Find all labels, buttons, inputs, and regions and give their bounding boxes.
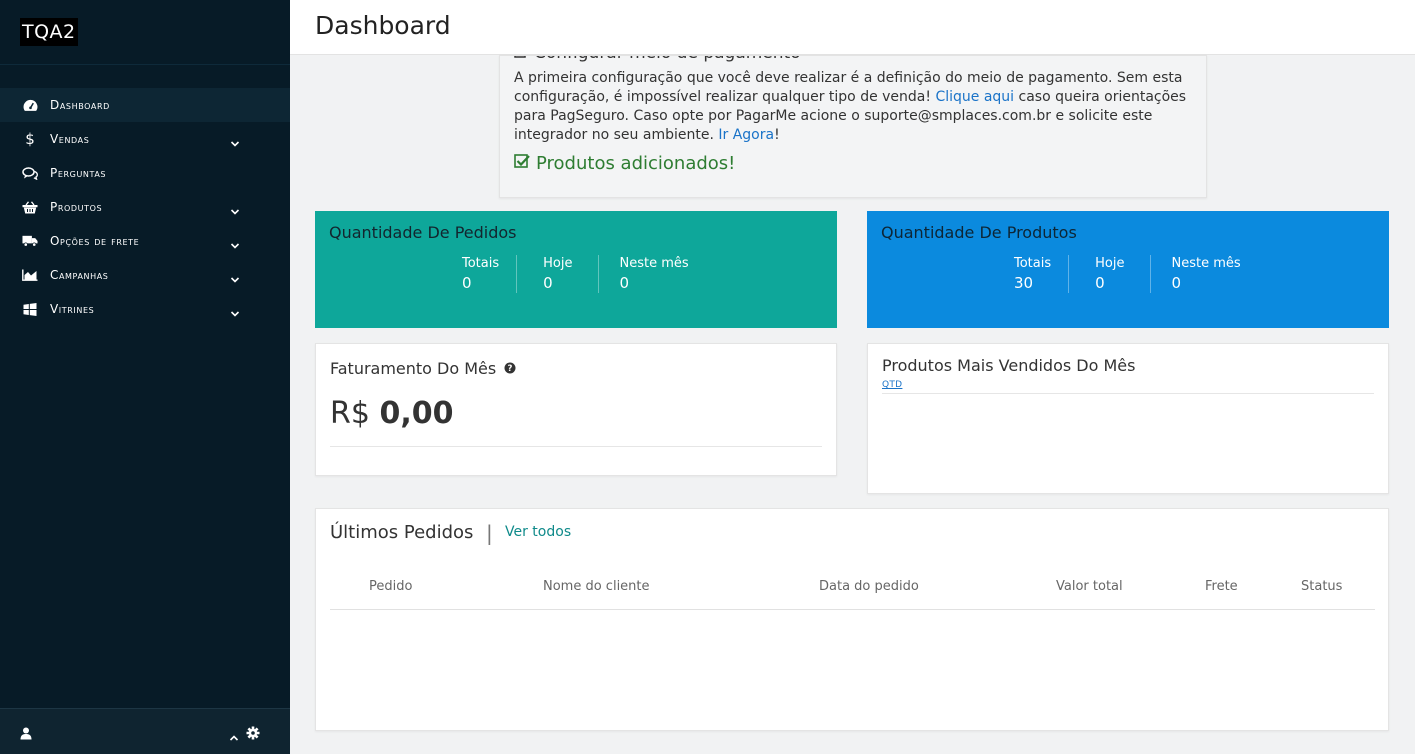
sidebar-item-label: Vitrines	[50, 302, 95, 316]
dollar-icon: $	[25, 130, 35, 148]
sidebar-item-campanhas[interactable]: Campanhas	[0, 258, 290, 292]
stat-label: Neste mês	[1171, 256, 1241, 271]
table-header-cliente[interactable]: Nome do cliente	[543, 579, 650, 594]
brand-logo[interactable]: TQA2	[20, 18, 78, 46]
chevron-down-icon[interactable]	[230, 269, 240, 288]
top-products-title: Produtos Mais Vendidos Do Mês	[882, 356, 1136, 375]
stat-value: 0	[1171, 274, 1182, 292]
notice-text: A primeira configuração que você deve re…	[514, 69, 1194, 145]
sidebar-item-dashboard[interactable]: Dashboard	[0, 88, 290, 122]
stat-column: Neste mês 0	[598, 255, 708, 293]
table-header-pedido[interactable]: Pedido	[369, 579, 412, 594]
qtd-column-header[interactable]: QTD	[882, 380, 902, 390]
sidebar-nav: Dashboard $ Vendas Perguntas Produtos Op…	[0, 88, 290, 326]
help-icon[interactable]: ?	[504, 359, 516, 378]
svg-text:?: ?	[508, 364, 513, 374]
products-added-text: Produtos adicionados!	[536, 153, 736, 174]
billing-amount: 0,00	[379, 396, 454, 431]
brand: TQA2	[0, 0, 290, 65]
square-icon	[514, 56, 526, 63]
chevron-up-icon[interactable]	[229, 727, 239, 746]
stat-label: Totais	[462, 256, 500, 271]
sidebar-item-produtos[interactable]: Produtos	[0, 190, 290, 224]
last-orders-title: Últimos Pedidos	[330, 522, 474, 543]
basket-icon	[22, 200, 38, 214]
sidebar-item-opcoes-de-frete[interactable]: Opções de frete	[0, 224, 290, 258]
stat-column: Neste mês 0	[1150, 255, 1260, 293]
stat-value: 0	[1095, 274, 1105, 292]
divider	[882, 393, 1374, 394]
notice-heading-text: Configurar meio de pagamento	[534, 56, 801, 63]
chevron-down-icon[interactable]	[230, 303, 240, 322]
orders-count-title: Quantidade De Pedidos	[329, 223, 517, 242]
currency-symbol: R$	[330, 396, 370, 431]
products-added-status: Produtos adicionados!	[514, 153, 735, 174]
check-square-icon	[514, 153, 530, 174]
see-all-link[interactable]: Ver todos	[505, 524, 571, 540]
products-count-card: Quantidade De Produtos Totais 30 Hoje 0 …	[867, 211, 1389, 328]
sidebar-item-label: Campanhas	[50, 268, 109, 282]
sidebar: TQA2 Dashboard $ Vendas Perguntas Produt…	[0, 0, 290, 754]
stat-column: Hoje 0	[1068, 255, 1150, 293]
orders-count-card: Quantidade De Pedidos Totais 0 Hoje 0 Ne…	[315, 211, 837, 328]
top-products-card: Produtos Mais Vendidos Do Mês QTD	[867, 343, 1389, 494]
dashboard-icon	[22, 99, 38, 112]
notice-heading: Configurar meio de pagamento	[514, 56, 801, 63]
payment-setup-notice: Configurar meio de pagamento A primeira …	[499, 55, 1207, 198]
truck-icon	[22, 235, 38, 247]
billing-value: R$ 0,00	[330, 396, 454, 431]
table-header-valor[interactable]: Valor total	[1056, 579, 1123, 594]
sidebar-item-perguntas[interactable]: Perguntas	[0, 156, 290, 190]
stat-column: Totais 0	[445, 255, 516, 293]
stat-label: Hoje	[1095, 256, 1125, 271]
stat-column: Totais 30	[997, 255, 1068, 293]
monthly-billing-card: Faturamento Do Mês ? R$ 0,00	[315, 343, 837, 476]
sidebar-item-vitrines[interactable]: Vitrines	[0, 292, 290, 326]
last-orders-card: Últimos Pedidos | Ver todos Pedido Nome …	[315, 508, 1389, 731]
stat-value: 0	[619, 274, 630, 292]
stat-label: Totais	[1014, 256, 1052, 271]
sidebar-item-label: Opções de frete	[50, 234, 140, 248]
table-header-status[interactable]: Status	[1301, 579, 1342, 594]
stat-label: Neste mês	[619, 256, 689, 271]
stat-value: 30	[1014, 274, 1034, 292]
ir-agora-link[interactable]: Ir Agora	[718, 127, 774, 143]
chevron-down-icon[interactable]	[230, 133, 240, 152]
clique-aqui-link[interactable]: Clique aqui	[935, 89, 1014, 105]
title-separator: |	[486, 521, 493, 545]
products-count-title: Quantidade De Produtos	[881, 223, 1077, 242]
stat-column: Hoje 0	[516, 255, 598, 293]
sidebar-item-vendas[interactable]: $ Vendas	[0, 122, 290, 156]
orders-count-columns: Totais 0 Hoje 0 Neste mês 0	[445, 255, 709, 293]
windows-icon	[22, 302, 38, 316]
chevron-down-icon[interactable]	[230, 201, 240, 220]
products-count-columns: Totais 30 Hoje 0 Neste mês 0	[997, 255, 1261, 293]
sidebar-item-label: Perguntas	[50, 166, 107, 180]
page-title: Dashboard	[315, 11, 451, 40]
billing-title-text: Faturamento Do Mês	[330, 359, 497, 378]
divider	[330, 446, 822, 447]
table-header-frete[interactable]: Frete	[1205, 579, 1238, 594]
area-chart-icon	[22, 269, 38, 281]
table-header-data[interactable]: Data do pedido	[819, 579, 919, 594]
sidebar-item-label: Vendas	[50, 132, 90, 146]
top-bar: Dashboard	[290, 0, 1415, 55]
stat-value: 0	[543, 274, 553, 292]
sidebar-item-label: Produtos	[50, 200, 103, 214]
notice-text-part: !	[774, 127, 780, 143]
gear-icon[interactable]	[246, 725, 260, 744]
sidebar-footer	[0, 708, 290, 754]
user-icon[interactable]	[20, 725, 32, 744]
stat-value: 0	[462, 274, 472, 292]
orders-table-header: Pedido Nome do cliente Data do pedido Va…	[330, 576, 1375, 610]
billing-title: Faturamento Do Mês ?	[330, 359, 516, 378]
stat-label: Hoje	[543, 256, 573, 271]
sidebar-item-label: Dashboard	[50, 98, 110, 112]
comments-icon	[22, 166, 38, 180]
chevron-down-icon[interactable]	[230, 235, 240, 254]
